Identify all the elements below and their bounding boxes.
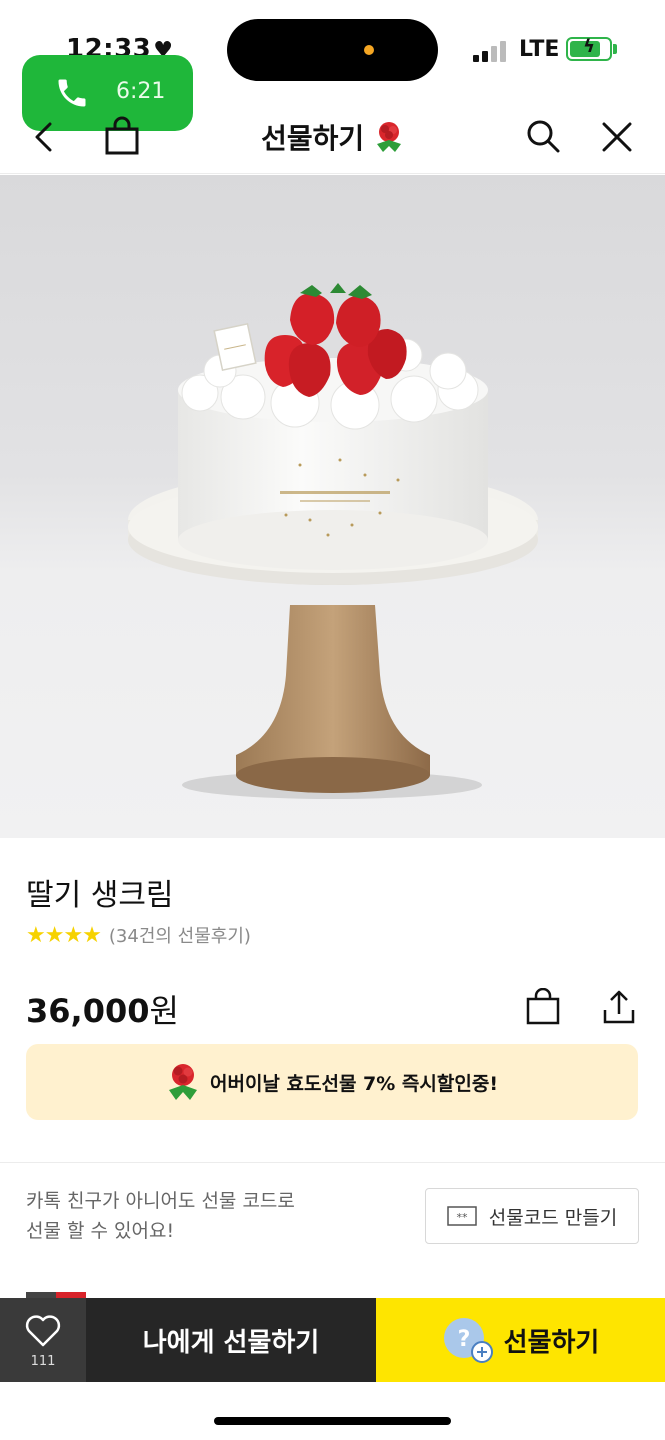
promo-banner[interactable]: 어버이날 효도선물 7% 즉시할인중! — [26, 1044, 638, 1120]
cake-illustration — [128, 283, 538, 799]
gift-code-description: 카톡 친구가 아니어도 선물 코드로 선물 할 수 있어요! — [26, 1186, 295, 1246]
heart-icon — [25, 1315, 61, 1347]
gift-to-self-button[interactable]: 나에게 선물하기 — [86, 1298, 376, 1382]
code-icon: ** — [447, 1206, 477, 1226]
dynamic-island — [227, 19, 438, 81]
nav-bar: 선물하기 — [0, 100, 665, 174]
star-rating-icon: ★★★★ — [26, 922, 102, 948]
share-icon[interactable] — [600, 988, 638, 1026]
product-image[interactable] — [0, 175, 665, 838]
home-indicator[interactable] — [214, 1417, 451, 1425]
signal-icon — [473, 40, 507, 62]
make-gift-code-label: 선물코드 만들기 — [488, 1206, 618, 1229]
close-icon[interactable] — [600, 120, 634, 154]
svg-text:?: ? — [457, 1327, 470, 1352]
price-unit: 원 — [149, 992, 179, 1030]
gift-to-self-label: 나에게 선물하기 — [142, 1327, 320, 1358]
send-gift-label: 선물하기 — [503, 1327, 600, 1358]
make-gift-code-button[interactable]: ** 선물코드 만들기 — [425, 1188, 639, 1244]
carnation-icon — [168, 1064, 197, 1100]
product-rating[interactable]: ★★★★ (34건의 선물후기) — [26, 922, 251, 948]
rose-icon — [376, 122, 401, 152]
promo-text: 어버이날 효도선물 7% 즉시할인중! — [209, 1072, 498, 1095]
gift-code-line-1: 카톡 친구가 아니어도 선물 코드로 — [26, 1190, 295, 1212]
price-amount: 36,000 — [26, 992, 150, 1030]
product-price: 36,000원 — [26, 986, 179, 1032]
page-title: 선물하기 — [0, 117, 665, 157]
friend-select-icon: ? — [443, 1318, 493, 1363]
recording-dot-icon — [364, 45, 374, 55]
battery-icon: ϟ — [566, 36, 612, 61]
battery-cap — [613, 44, 617, 54]
network-label: LTE — [519, 37, 560, 62]
svg-text:**: ** — [456, 1211, 468, 1224]
review-count[interactable]: (34건의 선물후기) — [109, 922, 251, 948]
wishlist-button[interactable]: 111 — [0, 1298, 86, 1382]
send-gift-button[interactable]: ? 선물하기 — [376, 1298, 665, 1382]
gift-bag-icon[interactable] — [524, 988, 562, 1026]
wishlist-count: 111 — [30, 1354, 56, 1369]
product-name: 딸기 생크림 — [26, 878, 174, 913]
page-title-text: 선물하기 — [261, 122, 365, 155]
section-divider — [0, 1162, 665, 1163]
gift-code-line-2: 선물 할 수 있어요! — [26, 1220, 175, 1242]
bottom-action-bar: 111 나에게 선물하기 ? 선물하기 — [0, 1298, 665, 1382]
search-icon[interactable] — [525, 118, 561, 154]
